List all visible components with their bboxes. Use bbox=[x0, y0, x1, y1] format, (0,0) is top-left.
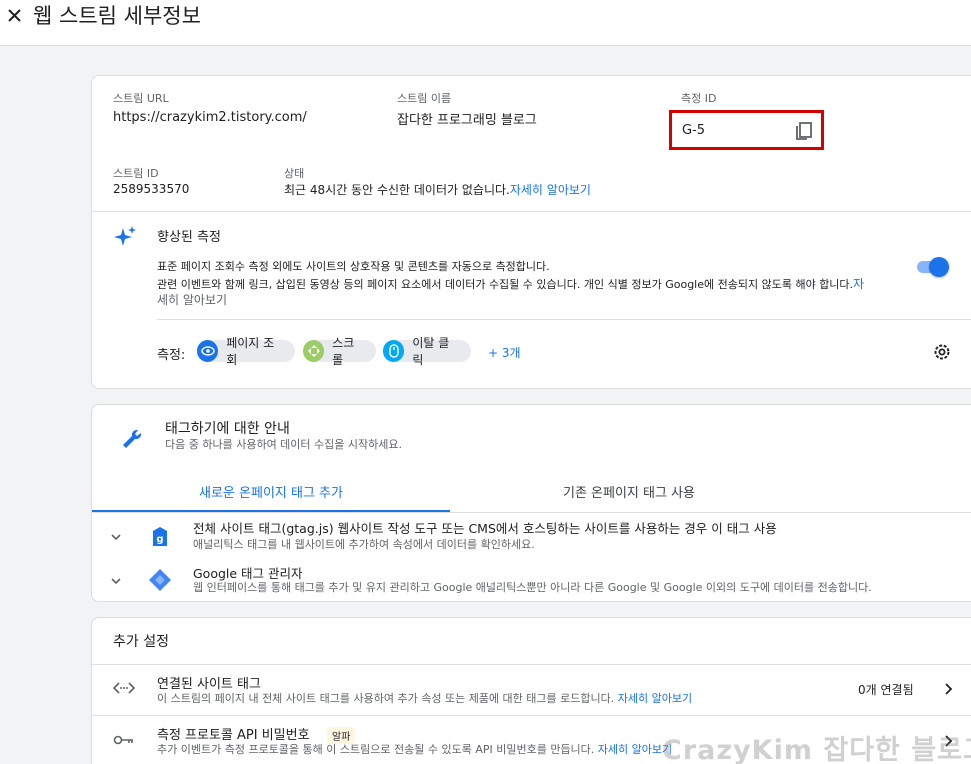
status-value: 최근 48시간 동안 수신한 데이터가 없습니다.자세히 알아보기 bbox=[284, 181, 591, 198]
copy-icon[interactable] bbox=[793, 120, 815, 142]
chevron-down-icon[interactable] bbox=[110, 576, 122, 586]
enhanced-measurement-toggle[interactable] bbox=[915, 257, 949, 277]
mouse-icon bbox=[383, 340, 405, 362]
watermark-text: CrazyKim 잡다한 블로그 bbox=[662, 735, 971, 764]
tabs-divider bbox=[92, 512, 971, 513]
enhanced-learn-more-link-b[interactable]: 세히 알아보기 bbox=[157, 291, 227, 308]
stream-id-value: 2589533570 bbox=[113, 182, 190, 196]
gtag-row-subtitle: 애널리틱스 태그를 내 웹사이트에 추가하여 속성에서 데이터를 확인하세요. bbox=[193, 538, 535, 551]
measurement-id-label: 측정 ID bbox=[681, 92, 717, 105]
measurement-id-value: G-5 bbox=[682, 123, 706, 138]
wrench-icon bbox=[123, 429, 142, 448]
enhanced-desc-1: 표준 페이지 조회수 측정 외에도 사이트의 상호작용 및 콘텐츠를 자동으로 … bbox=[157, 260, 550, 273]
gtag-row-title[interactable]: 전체 사이트 태그(gtag.js) 웹사이트 작성 도구 또는 CMS에서 호… bbox=[193, 518, 777, 537]
more-measurements-link[interactable]: + 3개 bbox=[488, 344, 521, 361]
stream-name-value: 잡다한 프로그래밍 블로그 bbox=[397, 113, 537, 128]
connected-tags-learn-more[interactable]: 자세히 알아보기 bbox=[618, 692, 692, 705]
close-icon[interactable] bbox=[4, 2, 26, 28]
stream-id-label: 스트림 ID bbox=[113, 167, 159, 180]
connected-tags-icon bbox=[113, 682, 135, 694]
tab-new-tag[interactable]: 새로운 온페이지 태그 추가 bbox=[92, 482, 450, 501]
enhanced-desc-2: 관련 이벤트와 함께 링크, 삽입된 동영상 등의 페이지 요소에서 데이터가 … bbox=[157, 275, 864, 292]
tagging-subtitle: 다음 중 하나를 사용하여 데이터 수집을 시작하세요. bbox=[165, 438, 402, 451]
measurement-id-highlight: G-5 bbox=[669, 110, 824, 150]
chip-scroll[interactable]: 스크롤 bbox=[303, 336, 376, 367]
eye-icon bbox=[197, 340, 219, 362]
status-text: 최근 48시간 동안 수신한 데이터가 없습니다. bbox=[284, 183, 510, 197]
chip-page-view[interactable]: 페이지 조회 bbox=[197, 336, 295, 367]
page-header: 웹 스트림 세부정보 bbox=[0, 0, 971, 46]
tag-manager-icon bbox=[149, 569, 171, 591]
enhanced-divider bbox=[157, 319, 971, 320]
status-learn-more-link[interactable]: 자세히 알아보기 bbox=[510, 183, 591, 197]
mp-secret-learn-more[interactable]: 자세히 알아보기 bbox=[598, 743, 672, 756]
additional-settings-title: 추가 설정 bbox=[113, 634, 169, 650]
stream-url-value: https://crazykim2.tistory.com/ bbox=[113, 110, 307, 125]
chip-outbound-click[interactable]: 이탈 클릭 bbox=[383, 336, 471, 367]
page-title: 웹 스트림 세부정보 bbox=[33, 4, 201, 28]
key-icon bbox=[113, 735, 133, 745]
gtag-icon: g bbox=[153, 527, 167, 546]
enhanced-learn-more-link-a[interactable]: 자 bbox=[853, 277, 864, 291]
gtm-row-subtitle: 웹 인터페이스를 통해 태그를 추가 및 유지 관리하고 Google 애널리틱… bbox=[193, 581, 872, 594]
connected-tags-count: 0개 연결됨 bbox=[858, 683, 914, 697]
tagging-title: 태그하기에 대한 안내 bbox=[165, 421, 290, 437]
section-divider bbox=[92, 211, 971, 212]
tab-existing-tag[interactable]: 기존 온페이지 태그 사용 bbox=[450, 482, 808, 501]
chip-label: 페이지 조회 bbox=[226, 336, 275, 367]
chip-label: 스크롤 bbox=[332, 336, 355, 367]
chevron-down-icon[interactable] bbox=[110, 532, 122, 542]
stream-url-label: 스트림 URL bbox=[113, 92, 169, 105]
connected-tags-subtitle: 이 스트림의 페이지 내 전체 사이트 태그를 사용하여 추가 속성 또는 제품… bbox=[157, 690, 692, 706]
additional-divider bbox=[92, 664, 971, 665]
additional-row-divider bbox=[92, 715, 971, 716]
chip-label: 이탈 클릭 bbox=[412, 336, 450, 367]
status-label: 상태 bbox=[284, 167, 305, 180]
svg-text:g: g bbox=[156, 534, 163, 545]
measure-label: 측정: bbox=[157, 348, 186, 363]
mp-secret-desc: 추가 이벤트가 측정 프로토콜을 통해 이 스트림으로 전송될 수 있도록 AP… bbox=[157, 743, 595, 756]
stream-name-label: 스트림 이름 bbox=[397, 92, 452, 105]
enhanced-desc-2-text: 관련 이벤트와 함께 링크, 삽입된 동영상 등의 페이지 요소에서 데이터가 … bbox=[157, 278, 854, 291]
mp-secret-subtitle: 추가 이벤트가 측정 프로토콜을 통해 이 스트림으로 전송될 수 있도록 AP… bbox=[157, 741, 672, 757]
scroll-icon bbox=[303, 340, 325, 362]
toggle-thumb bbox=[929, 257, 949, 277]
gear-icon[interactable] bbox=[932, 342, 952, 362]
chevron-right-icon[interactable] bbox=[942, 681, 954, 697]
sparkle-icon bbox=[114, 226, 136, 246]
enhanced-measurement-title: 향상된 측정 bbox=[157, 230, 221, 245]
connected-tags-desc: 이 스트림의 페이지 내 전체 사이트 태그를 사용하여 추가 속성 또는 제품… bbox=[157, 692, 615, 705]
